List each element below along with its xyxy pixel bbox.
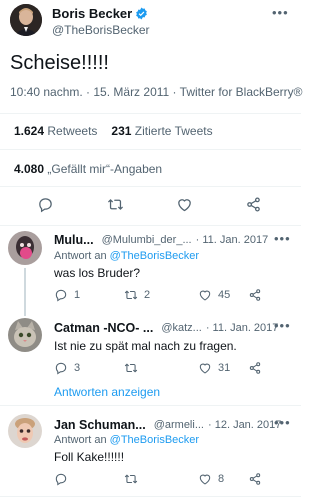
reply-icon[interactable] bbox=[37, 196, 54, 213]
share-icon[interactable] bbox=[248, 361, 262, 375]
quotes-stat[interactable]: 231 Zitierte Tweets bbox=[111, 124, 212, 138]
author-avatar[interactable] bbox=[10, 4, 42, 36]
replying-to-label: Antwort an bbox=[54, 434, 107, 446]
like-count: 45 bbox=[218, 289, 231, 301]
divider bbox=[0, 113, 301, 114]
reply-action-retweet[interactable] bbox=[124, 472, 144, 486]
more-options-icon[interactable]: ••• bbox=[274, 231, 291, 246]
retweets-count: 1.624 bbox=[14, 124, 45, 138]
like-count: 31 bbox=[218, 362, 231, 374]
reply-icon bbox=[54, 361, 68, 375]
like-count: 8 bbox=[218, 473, 225, 485]
reply-author-name[interactable]: Catman -NCO- ... bbox=[54, 321, 153, 335]
quotes-count: 231 bbox=[111, 124, 132, 138]
retweets-stat[interactable]: 1.624 Retweets bbox=[14, 124, 97, 138]
reply-action-like[interactable]: 8 bbox=[198, 472, 224, 486]
share-icon[interactable] bbox=[248, 288, 262, 302]
retweet-icon[interactable] bbox=[107, 196, 124, 213]
likes-count: 4.080 bbox=[14, 162, 45, 176]
reply-action-retweet[interactable] bbox=[124, 361, 144, 375]
more-options-icon[interactable]: ••• bbox=[274, 415, 291, 430]
like-heart-icon bbox=[198, 361, 212, 375]
reply-text: Ist nie zu spät mal nach zu fragen. bbox=[54, 339, 237, 353]
divider bbox=[0, 225, 301, 226]
like-heart-icon bbox=[198, 472, 212, 486]
like-heart-icon bbox=[198, 288, 212, 302]
thread-line bbox=[24, 268, 26, 316]
replying-to-handle[interactable]: @TheBorisBecker bbox=[110, 434, 199, 446]
reply-action-reply[interactable]: 1 bbox=[54, 288, 80, 302]
replying-to: Antwort an @TheBorisBecker bbox=[54, 250, 199, 262]
share-icon[interactable] bbox=[248, 472, 262, 486]
author-name[interactable]: Boris Becker bbox=[52, 6, 132, 21]
reply-action-like[interactable]: 31 bbox=[198, 361, 230, 375]
reply-text: was los Bruder? bbox=[54, 266, 141, 280]
reply-date[interactable]: · 12. Jan. 2017 bbox=[208, 419, 281, 431]
divider bbox=[0, 405, 301, 406]
reply-avatar[interactable] bbox=[8, 414, 42, 448]
likes-label: „Gefällt mir“-Angaben bbox=[47, 162, 163, 176]
stats-row: 1.624 Retweets 231 Zitierte Tweets bbox=[14, 124, 213, 138]
replying-to-handle[interactable]: @TheBorisBecker bbox=[110, 250, 199, 262]
reply-action-reply[interactable]: 3 bbox=[54, 361, 80, 375]
reply-date[interactable]: · 11. Jan. 2017 bbox=[206, 322, 279, 334]
likes-stat[interactable]: 4.080 „Gefällt mir“-Angaben bbox=[14, 162, 162, 176]
reply-text: Foll Kake!!!!!! bbox=[54, 450, 125, 464]
reply-author-handle[interactable]: @katz... bbox=[161, 322, 202, 334]
tweet-meta: 10:40 nachm. · 15. März 2011 · Twitter f… bbox=[10, 85, 303, 99]
retweet-icon bbox=[124, 361, 138, 375]
replying-to-label: Antwort an bbox=[54, 250, 107, 262]
reply-date[interactable]: · 11. Jan. 2017 bbox=[196, 234, 269, 246]
divider bbox=[0, 149, 301, 150]
tweet-text: Scheise!!!!! bbox=[10, 52, 109, 74]
reply-author-name[interactable]: Jan Schuman... bbox=[54, 418, 146, 432]
reply-avatar[interactable] bbox=[8, 231, 42, 265]
reply-author-name[interactable]: Mulu... bbox=[54, 233, 94, 247]
reply-action-retweet[interactable]: 2 bbox=[124, 288, 150, 302]
reply-icon bbox=[54, 288, 68, 302]
retweets-label: Retweets bbox=[47, 124, 98, 138]
verified-badge-icon bbox=[135, 7, 148, 20]
reply-author-handle[interactable]: @armeli... bbox=[154, 419, 204, 431]
more-options-icon[interactable]: ••• bbox=[272, 5, 289, 20]
show-replies-link[interactable]: Antworten anzeigen bbox=[54, 385, 160, 399]
retweet-count: 2 bbox=[144, 289, 151, 301]
divider bbox=[0, 496, 301, 497]
reply-count: 3 bbox=[74, 362, 81, 374]
more-options-icon[interactable]: ••• bbox=[274, 318, 291, 333]
author-handle[interactable]: @TheBorisBecker bbox=[52, 23, 150, 37]
reply-icon bbox=[54, 472, 68, 486]
reply-count: 1 bbox=[74, 289, 81, 301]
retweet-icon bbox=[124, 288, 138, 302]
divider bbox=[0, 186, 301, 187]
quotes-label: Zitierte Tweets bbox=[134, 124, 213, 138]
retweet-icon bbox=[124, 472, 138, 486]
reply-avatar[interactable] bbox=[8, 318, 42, 352]
reply-action-reply[interactable] bbox=[54, 472, 74, 486]
reply-author-handle[interactable]: @Mulumbi_der_... bbox=[102, 234, 192, 246]
reply-action-like[interactable]: 45 bbox=[198, 288, 230, 302]
share-icon[interactable] bbox=[245, 196, 262, 213]
like-heart-icon[interactable] bbox=[176, 196, 193, 213]
replying-to: Antwort an @TheBorisBecker bbox=[54, 434, 199, 446]
